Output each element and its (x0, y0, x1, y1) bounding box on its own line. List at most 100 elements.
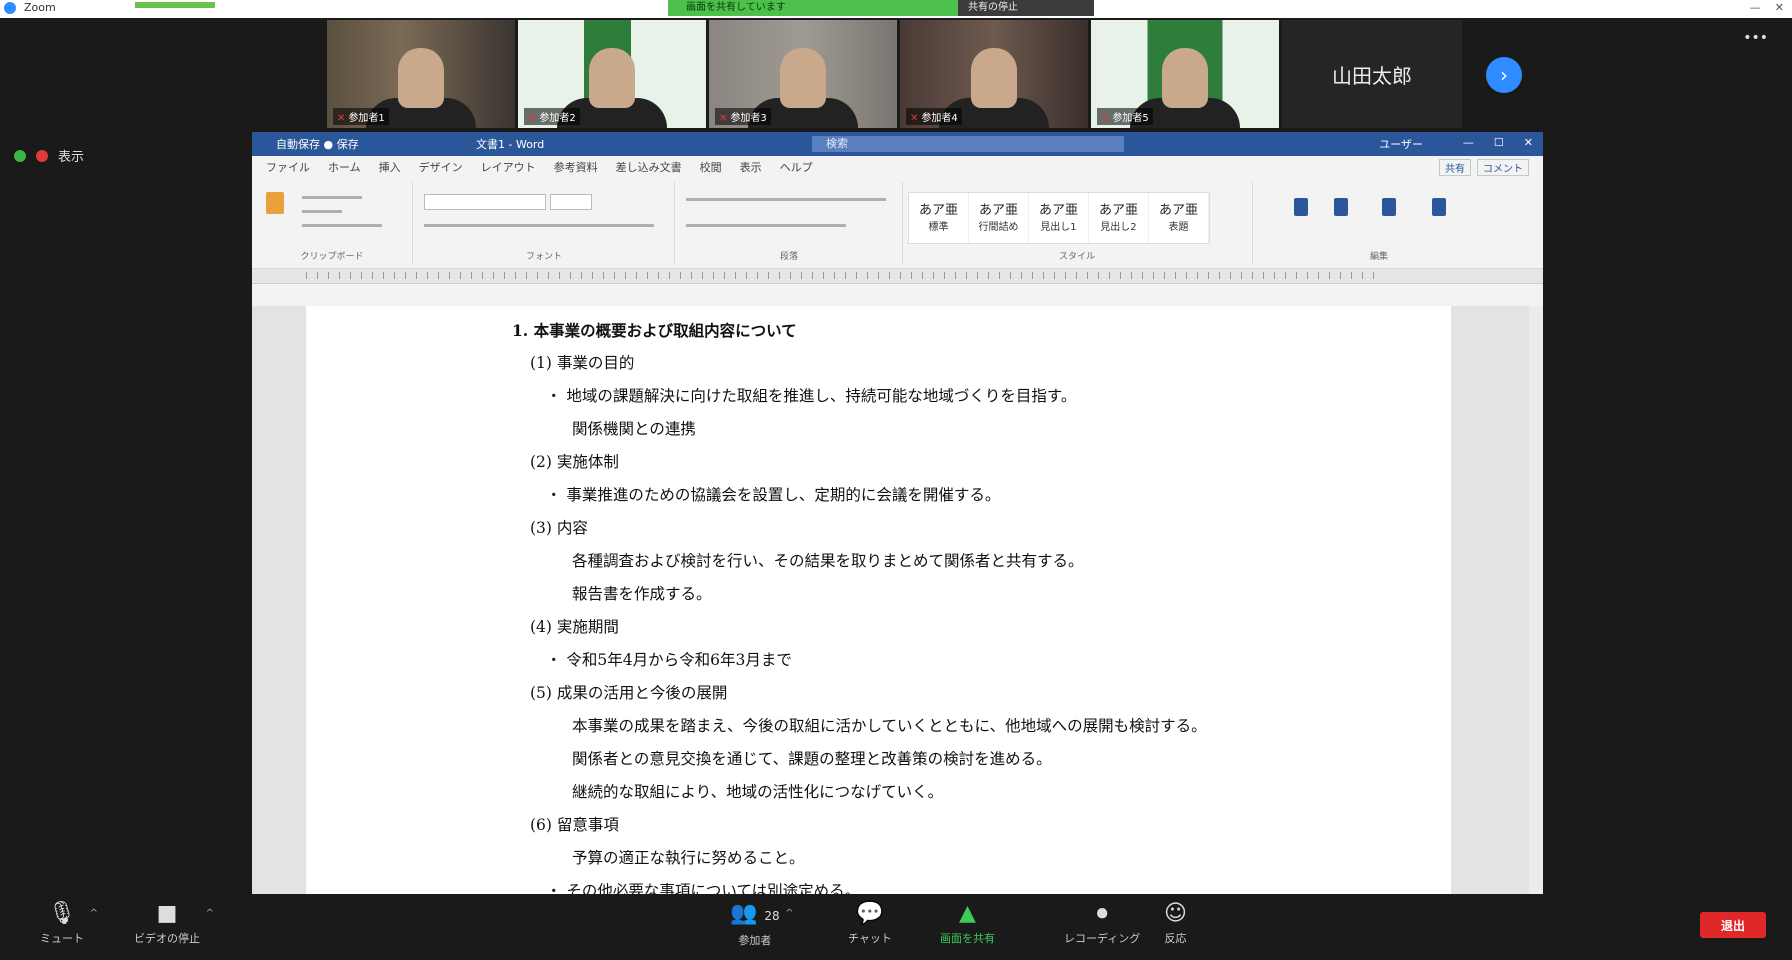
minimize-icon[interactable]: — (1463, 136, 1474, 149)
tab-mailings[interactable]: 差し込み文書 (616, 159, 682, 175)
participant-name: 参加者1 (348, 113, 385, 124)
chevron-up-icon[interactable]: ^ (206, 908, 214, 919)
minimize-icon[interactable]: — (1750, 1, 1761, 14)
style-normal[interactable]: あア亜 標準 (909, 193, 969, 243)
participant-tile-active-speaker[interactable]: ✕ 参加者5 (1091, 20, 1279, 128)
top-strip: Zoom 画面を共有しています 共有の停止 — ✕ (0, 0, 1792, 18)
participants-icon: 👥 28 (730, 901, 780, 926)
chevron-up-icon[interactable]: ^ (90, 908, 98, 919)
tab-review[interactable]: 校閲 (700, 159, 722, 175)
record-button[interactable]: ⏺ レコーディング (1064, 902, 1140, 946)
participant-tile[interactable]: ✕ 参加者2 (518, 20, 706, 128)
list-buttons[interactable] (686, 198, 886, 201)
share-screen-button[interactable]: ▲ 画面を共有 (940, 902, 995, 946)
meeting-status: 表示 (14, 146, 84, 165)
font-size-select[interactable] (550, 194, 592, 210)
cut-button[interactable] (302, 196, 362, 199)
word-comment-button[interactable]: コメント (1477, 159, 1529, 176)
tab-view[interactable]: 表示 (740, 159, 762, 175)
doc-line: (2) 実施体制 (530, 453, 619, 471)
group-editing: 編集 (1254, 182, 1504, 264)
doc-line: (6) 留意事項 (530, 816, 619, 834)
doc-line: 報告書を作成する。 (572, 585, 712, 603)
video-camera-icon: ■ (156, 901, 178, 926)
word-share-button[interactable]: 共有 (1439, 159, 1471, 176)
participants-count: 28 (764, 909, 780, 923)
participant-tile[interactable]: ✕ 参加者3 (709, 20, 897, 128)
maximize-icon[interactable]: ☐ (1494, 136, 1504, 149)
word-user[interactable]: ユーザー (1379, 136, 1423, 152)
leave-meeting-button[interactable]: 退出 (1700, 912, 1766, 938)
quick-access-toolbar[interactable]: 自動保存 ● 保存 (252, 136, 476, 152)
participant-name: 参加者3 (730, 113, 767, 124)
group-label: 段落 (779, 252, 798, 262)
font-format-buttons[interactable] (424, 224, 654, 227)
group-paragraph: 段落 (676, 182, 903, 264)
style-heading2[interactable]: あア亜 見出し2 (1089, 193, 1149, 243)
mic-muted-icon: ✕ (910, 113, 919, 124)
tab-help[interactable]: ヘルプ (780, 159, 813, 175)
editor-icon[interactable] (1432, 198, 1446, 216)
close-icon[interactable]: ✕ (1524, 136, 1533, 149)
doc-line: ・ 地域の課題解決に向けた取組を推進し、持続可能な地域づくりを目指す。 (546, 387, 1077, 405)
window-controls: — ✕ (1750, 1, 1784, 14)
paste-icon[interactable] (266, 192, 284, 214)
participant-tile[interactable]: ✕ 参加者4 (900, 20, 1088, 128)
stop-share-button[interactable]: 共有の停止 (958, 0, 1094, 16)
close-icon[interactable]: ✕ (1775, 1, 1784, 14)
mic-muted-icon: ✕ (337, 113, 346, 124)
security-shield-icon[interactable] (14, 149, 26, 162)
doc-line: 本事業の成果を踏まえ、今後の取組に活かしていくとともに、他地域への展開も検討する… (572, 717, 1207, 735)
reactions-button[interactable]: ☺ 反応 (1164, 902, 1187, 946)
mute-button[interactable]: 🎙 ミュート ^ (40, 902, 98, 946)
font-name-select[interactable] (424, 194, 546, 210)
word-search-box[interactable]: 検索 (812, 136, 1124, 152)
doc-line: (4) 実施期間 (530, 618, 619, 636)
tab-home[interactable]: ホーム (328, 159, 361, 175)
participants-button[interactable]: 👥 28 参加者 ^ (730, 901, 794, 948)
style-label: 見出し1 (1040, 222, 1077, 233)
tab-references[interactable]: 参考資料 (554, 159, 598, 175)
copy-button[interactable] (302, 210, 342, 213)
ruler[interactable] (252, 269, 1543, 284)
doc-line: (1) 事業の目的 (530, 354, 635, 372)
video-button[interactable]: ■ ビデオの停止 ^ (134, 901, 214, 946)
style-no-spacing[interactable]: あア亜 行間詰め (969, 193, 1029, 243)
share-label: 画面を共有 (940, 932, 995, 945)
style-label: 標準 (928, 222, 949, 233)
format-painter-button[interactable] (302, 224, 382, 227)
participant-name-tile[interactable]: 山田太郎 (1282, 20, 1462, 128)
group-font: フォント (414, 182, 675, 264)
app-title: Zoom (24, 1, 56, 14)
chat-button[interactable]: 💬 チャット (848, 902, 892, 946)
record-icon: ⏺ (1096, 901, 1108, 926)
style-heading1[interactable]: あア亜 見出し1 (1029, 193, 1089, 243)
dictate-icon[interactable] (1382, 198, 1396, 216)
find-icon[interactable] (1294, 198, 1308, 216)
doc-line: 関係者との意見交換を通じて、課題の整理と改善策の検討を進める。 (572, 750, 1052, 768)
more-options-icon[interactable]: ••• (1743, 30, 1768, 46)
chevron-up-icon[interactable]: ^ (785, 908, 793, 919)
document-page[interactable]: 1. 本事業の概要および取組内容について (1) 事業の目的 ・ 地域の課題解決… (306, 306, 1451, 894)
word-window-controls: — ☐ ✕ (1463, 136, 1533, 149)
tab-insert[interactable]: 挿入 (379, 159, 401, 175)
doc-line: 予算の適正な執行に努めること。 (572, 849, 805, 867)
next-page-icon[interactable]: › (1486, 57, 1522, 93)
participant-name: 参加者2 (539, 113, 576, 124)
style-title[interactable]: あア亜 表題 (1149, 193, 1209, 243)
participant-tile[interactable]: ✕ 参加者1 (327, 20, 515, 128)
tab-design[interactable]: デザイン (419, 159, 463, 175)
align-buttons[interactable] (686, 224, 846, 227)
reactions-label: 反応 (1164, 932, 1187, 945)
tab-layout[interactable]: レイアウト (481, 159, 536, 175)
doc-line: ・ その他必要な事項については別途定める。 (546, 882, 861, 894)
view-option[interactable]: 表示 (58, 146, 84, 165)
sharing-status: 画面を共有しています (668, 0, 958, 16)
shared-screen-word: 自動保存 ● 保存 文書1 - Word 検索 ユーザー — ☐ ✕ ファイル … (252, 132, 1543, 894)
document-title: 文書1 - Word (476, 138, 545, 151)
record-label: レコーディング (1064, 932, 1141, 945)
group-label: クリップボード (300, 252, 364, 262)
vertical-scrollbar[interactable] (1529, 306, 1543, 894)
replace-icon[interactable] (1334, 198, 1348, 216)
tab-file[interactable]: ファイル (266, 159, 310, 175)
